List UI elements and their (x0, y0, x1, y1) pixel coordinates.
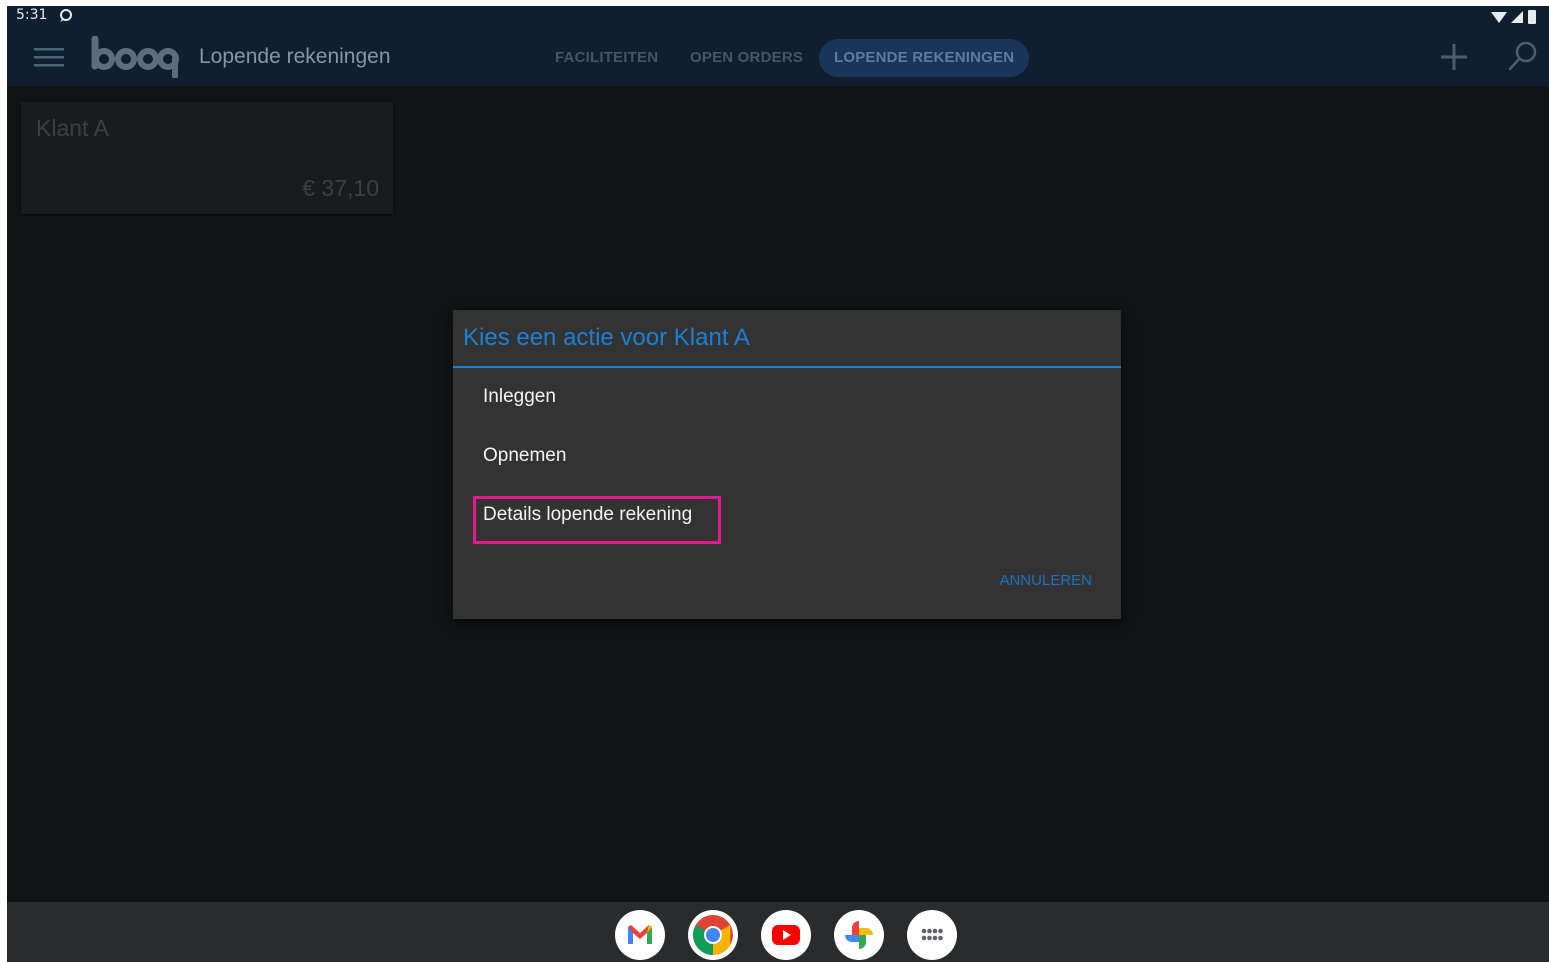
dialog-item-details-lopende-rekening[interactable]: Details lopende rekening (483, 504, 692, 526)
signal-icon (1511, 11, 1523, 23)
photos-icon[interactable] (834, 910, 884, 960)
account-name: Klant A (36, 115, 109, 141)
action-dialog: Kies een actie voor Klant A Inleggen Opn… (453, 310, 1121, 619)
page-title: Lopende rekeningen (199, 45, 391, 68)
account-card[interactable]: Klant A € 37,10 (21, 102, 393, 214)
tab-lopende-rekeningen[interactable]: LOPENDE REKENINGEN (819, 39, 1030, 77)
dialog-divider (453, 366, 1121, 368)
taskbar (7, 902, 1549, 962)
dialog-item-opnemen[interactable]: Opnemen (483, 445, 566, 467)
chrome-icon[interactable] (688, 910, 738, 960)
gmail-icon[interactable] (615, 910, 665, 960)
wifi-icon (1491, 12, 1507, 23)
search-icon[interactable] (1507, 40, 1539, 72)
youtube-icon[interactable] (761, 910, 811, 960)
notification-icon (60, 9, 72, 22)
menu-icon[interactable] (34, 46, 64, 68)
tablet-screen: 5:31 Lopende rekeningen FACILITEITEN OPE… (7, 6, 1549, 962)
dialog-item-inleggen[interactable]: Inleggen (483, 386, 556, 408)
app-bar: Lopende rekeningen FACILITEITEN OPEN ORD… (7, 28, 1549, 86)
status-time: 5:31 (16, 7, 48, 23)
status-icons (1491, 10, 1536, 24)
add-icon[interactable] (1439, 42, 1469, 72)
app-drawer-icon[interactable] (907, 910, 957, 960)
dialog-title: Kies een actie voor Klant A (463, 324, 750, 351)
status-bar: 5:31 (7, 6, 1549, 28)
battery-icon (1528, 10, 1536, 24)
account-amount: € 37,10 (302, 175, 379, 201)
tab-faciliteiten[interactable]: FACILITEITEN (555, 39, 658, 77)
tab-open-orders[interactable]: OPEN ORDERS (690, 39, 803, 77)
booq-logo (91, 36, 179, 78)
cancel-button[interactable]: ANNULEREN (999, 572, 1092, 589)
